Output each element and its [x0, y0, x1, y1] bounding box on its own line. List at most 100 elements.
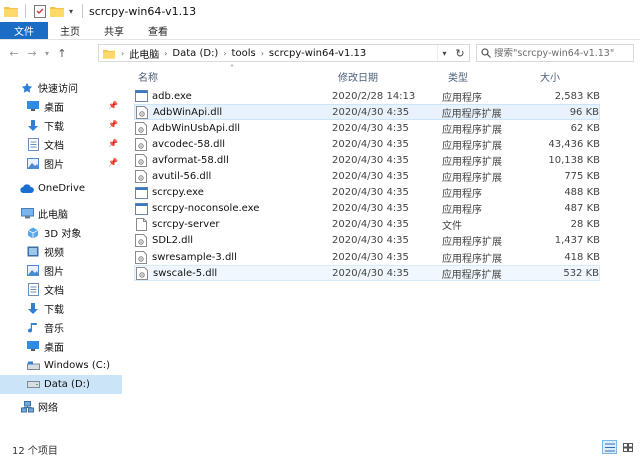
forward-arrow-icon[interactable]: →: [24, 44, 40, 62]
recent-locations-chevron-icon[interactable]: ▾: [42, 44, 52, 62]
exe-icon: [134, 89, 148, 103]
nav-item-label: 3D 对象: [44, 229, 82, 240]
file-size: 532 KB: [563, 267, 600, 279]
file-type: 应用程序扩展: [442, 173, 502, 184]
breadcrumb: › 此电脑 › Data (D:) › tools › scrcpy-win64…: [99, 45, 368, 61]
table-row[interactable]: adb.exe 2020/2/28 14:13 应用程序 2,583 KB: [134, 88, 600, 104]
nav-item-desktop[interactable]: 桌面: [0, 337, 122, 356]
table-row[interactable]: scrcpy.exe 2020/4/30 4:35 应用程序 488 KB: [134, 185, 600, 201]
table-row[interactable]: avutil-56.dll 2020/4/30 4:35 应用程序扩展 775 KB: [134, 169, 600, 185]
breadcrumb-this-pc[interactable]: 此电脑: [127, 46, 161, 61]
properties-icon[interactable]: [33, 4, 47, 18]
file-size: 418 KB: [564, 251, 600, 263]
file-name-cell: scrcpy.exe: [134, 186, 332, 200]
nav-item-label: 文档: [44, 286, 64, 297]
table-row[interactable]: avformat-58.dll 2020/4/30 4:35 应用程序扩展 10,13…: [134, 152, 600, 168]
tab-file[interactable]: 文件: [0, 22, 48, 39]
file-type: 应用程序扩展: [442, 140, 502, 152]
table-row[interactable]: swscale-5.dll 2020/4/30 4:35 应用程序扩展 532 KB: [134, 265, 600, 282]
nav-item-pictures-pinned[interactable]: 图片 📌: [0, 154, 122, 173]
file-date: 2020/4/30 4:35: [332, 267, 410, 279]
nav-item-quick-access[interactable]: 快速访问: [0, 78, 122, 97]
toolbar-separator: [25, 4, 26, 18]
nav-item-downloads-pinned[interactable]: 下载 📌: [0, 116, 122, 135]
file-date: 2020/4/30 4:35: [332, 154, 409, 166]
tab-home[interactable]: 主页: [48, 22, 92, 39]
nav-item-label: Windows (C:): [44, 360, 110, 371]
nav-item-label: 下载: [44, 305, 64, 316]
folder-icon: [4, 4, 18, 18]
chevron-right-icon[interactable]: ›: [118, 49, 127, 58]
table-row[interactable]: SDL2.dll 2020/4/30 4:35 应用程序扩展 1,437 KB: [134, 233, 600, 249]
pin-icon[interactable]: 📌: [108, 101, 118, 110]
nav-item-onedrive[interactable]: OneDrive: [0, 179, 122, 198]
column-header-size[interactable]: 大小: [540, 66, 600, 86]
tab-view[interactable]: 查看: [136, 22, 180, 39]
up-arrow-icon[interactable]: ↑: [54, 44, 70, 62]
file-name-cell: adb.exe: [134, 89, 332, 103]
column-header-name[interactable]: 名称: [138, 66, 336, 86]
search-box[interactable]: [476, 44, 634, 62]
pin-icon[interactable]: 📌: [108, 120, 118, 129]
dll-icon: [134, 121, 148, 135]
file-name-cell: scrcpy-noconsole.exe: [134, 202, 332, 216]
file-name-cell: swscale-5.dll: [135, 266, 332, 280]
address-bar[interactable]: › 此电脑 › Data (D:) › tools › scrcpy-win64…: [98, 44, 470, 62]
nav-item-music[interactable]: 音乐: [0, 318, 122, 337]
file-name-cell: avutil-56.dll: [134, 170, 332, 184]
picture-icon: [26, 157, 40, 171]
nav-item-label: 下载: [44, 122, 64, 133]
pin-icon[interactable]: 📌: [108, 139, 118, 148]
table-row[interactable]: scrcpy-noconsole.exe 2020/4/30 4:35 应用程序 48…: [134, 201, 600, 217]
pin-icon[interactable]: 📌: [108, 158, 118, 167]
file-type: 文件: [442, 221, 462, 233]
new-folder-icon[interactable]: [50, 4, 64, 18]
nav-item-network[interactable]: 网络: [0, 397, 122, 416]
file-size: 28 KB: [570, 219, 600, 231]
chevron-right-icon[interactable]: ›: [220, 49, 229, 58]
address-dropdown-chevron-icon[interactable]: ▾: [437, 45, 451, 61]
file-list: ˄ 名称 修改日期 类型 大小 adb.exe 2020/2/28 14:13 应用…: [130, 64, 640, 436]
breadcrumb-current-folder[interactable]: scrcpy-win64-v1.13: [267, 48, 368, 59]
customize-toolbar-icon[interactable]: ▾: [67, 4, 75, 18]
nav-item-pictures[interactable]: 图片: [0, 261, 122, 280]
nav-item-this-pc[interactable]: 此电脑: [0, 204, 122, 223]
file-type: 应用程序扩展: [442, 237, 502, 249]
file-size: 62 KB: [570, 122, 600, 134]
file-name-cell: AdbWinUsbApi.dll: [134, 121, 332, 135]
nav-item-documents[interactable]: 文档: [0, 280, 122, 299]
nav-item-videos[interactable]: 视频: [0, 242, 122, 261]
ribbon-tabs: 文件 主页 共享 查看: [0, 22, 640, 40]
details-view-icon[interactable]: [602, 440, 617, 454]
table-row[interactable]: AdbWinApi.dll 2020/4/30 4:35 应用程序扩展 96 KB: [134, 104, 600, 121]
window-title: scrcpy-win64-v1.13: [89, 4, 197, 18]
download-icon: [26, 119, 40, 133]
back-arrow-icon[interactable]: ←: [6, 44, 22, 62]
nav-item-desktop-pinned[interactable]: 桌面 📌: [0, 97, 122, 116]
column-header-type[interactable]: 类型: [448, 66, 532, 86]
navigation-bar: ← → ▾ ↑ › 此电脑 › Data (D:) › tools › scrc…: [0, 41, 640, 65]
table-row[interactable]: swresample-3.dll 2020/4/30 4:35 应用程序扩展 418 …: [134, 249, 600, 265]
file-type: 应用程序扩展: [442, 124, 502, 136]
breadcrumb-data-drive[interactable]: Data (D:): [170, 48, 220, 59]
nav-item-documents-pinned[interactable]: 文档 📌: [0, 135, 122, 154]
nav-item-downloads[interactable]: 下载: [0, 299, 122, 318]
nav-item-3d-objects[interactable]: 3D 对象: [0, 223, 122, 242]
column-header-date[interactable]: 修改日期: [338, 66, 448, 86]
nav-item-drive-d[interactable]: Data (D:): [0, 375, 122, 394]
refresh-icon[interactable]: ↻: [451, 45, 469, 61]
large-icons-view-icon[interactable]: [620, 440, 635, 454]
breadcrumb-tools[interactable]: tools: [230, 48, 258, 59]
file-name: swscale-5.dll: [153, 267, 218, 279]
table-row[interactable]: scrcpy-server 2020/4/30 4:35 文件 28 KB: [134, 217, 600, 233]
table-row[interactable]: AdbWinUsbApi.dll 2020/4/30 4:35 应用程序扩展 62 K…: [134, 120, 600, 136]
table-row[interactable]: avcodec-58.dll 2020/4/30 4:35 应用程序扩展 43,436…: [134, 136, 600, 152]
search-input[interactable]: [494, 47, 632, 59]
chevron-right-icon[interactable]: ›: [161, 49, 170, 58]
tab-share[interactable]: 共享: [92, 22, 136, 39]
nav-item-drive-c[interactable]: Windows (C:): [0, 356, 122, 375]
picture-icon: [26, 264, 40, 278]
chevron-right-icon[interactable]: ›: [258, 49, 267, 58]
exe-icon: [134, 202, 148, 216]
file-name: SDL2.dll: [152, 235, 194, 247]
